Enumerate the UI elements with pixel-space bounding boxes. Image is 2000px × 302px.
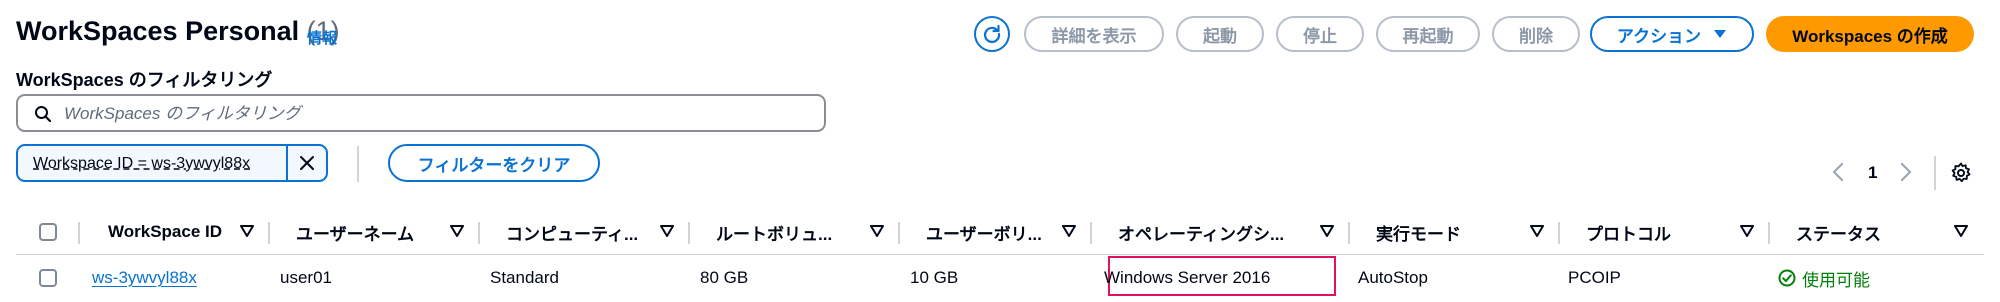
filter-search[interactable] [16,94,826,132]
username-cell: user01 [280,268,332,287]
view-details-button[interactable]: 詳細を表示 [1024,16,1164,52]
column-label: ユーザーボリ... [926,224,1042,244]
root-volume-cell: 80 GB [700,268,749,287]
filter-token[interactable]: Workspace ID = ws-3ywvyl88x [16,144,328,182]
sort-caret-icon [1320,225,1334,237]
info-link[interactable]: 情報 [307,27,337,48]
pager-divider [1934,156,1936,190]
filter-token-label: Workspace ID = ws-3ywvyl88x [33,155,251,172]
chevron-left-icon [1832,162,1844,182]
table-settings-button[interactable] [1950,162,1972,189]
select-all-checkbox[interactable] [39,223,57,241]
actions-label: アクション [1616,26,1702,46]
running-mode-cell: AutoStop [1358,268,1428,287]
header-select-all[interactable] [16,210,80,254]
column-label: ステータス [1796,224,1881,244]
page-title-text: WorkSpaces Personal [16,16,300,46]
remove-token-button[interactable] [286,146,326,180]
reboot-button[interactable]: 再起動 [1376,16,1480,52]
column-header-running-mode[interactable]: 実行モード [1350,210,1560,254]
sort-caret-icon [1954,225,1968,237]
column-label: コンピューティ... [506,224,639,244]
column-header-user-volume[interactable]: ユーザーボリ... [900,210,1092,254]
column-header-workspace-id[interactable]: WorkSpace ID [80,210,270,254]
table-row[interactable]: ws-3ywvyl88x user01 Standard 80 GB 10 GB… [16,254,1984,302]
search-icon [35,106,52,123]
column-label: WorkSpace ID [108,222,223,241]
sort-caret-icon [870,225,884,237]
search-input[interactable] [62,100,806,128]
workspace-id-cell[interactable]: ws-3ywvyl88x [92,254,197,302]
workspace-id-link[interactable]: ws-3ywvyl88x [92,268,197,288]
prev-page-button[interactable] [1832,162,1844,187]
check-circle-icon [1778,269,1796,287]
column-header-status[interactable]: ステータス [1770,210,1984,254]
status-cell: 使用可能 [1778,254,1870,302]
close-icon [300,156,314,170]
sort-caret-icon [1740,225,1754,237]
row-checkbox[interactable] [39,269,57,287]
compute-cell: Standard [490,268,559,287]
status-text: 使用可能 [1802,270,1870,290]
column-label: ユーザーネーム [296,224,415,244]
column-header-operating-system[interactable]: オペレーティングシ... [1092,210,1350,254]
column-header-protocol[interactable]: プロトコル [1560,210,1770,254]
page-title: WorkSpaces Personal (1) [16,16,340,47]
chevron-right-icon [1900,162,1912,182]
column-label: ルートボリュ... [716,224,833,244]
delete-button[interactable]: 削除 [1492,16,1580,52]
sort-caret-icon [1062,225,1076,237]
refresh-icon [983,24,1001,43]
next-page-button[interactable] [1900,162,1912,187]
user-volume-cell: 10 GB [910,268,959,287]
sort-caret-icon [240,225,254,237]
sort-caret-icon [1530,225,1544,237]
gear-icon [1951,162,1971,183]
current-page[interactable]: 1 [1868,163,1877,183]
caret-down-icon [1714,30,1727,38]
row-select-cell[interactable] [16,254,80,302]
clear-filter-button[interactable]: フィルターをクリア [388,144,600,182]
column-header-root-volume[interactable]: ルートボリュ... [690,210,900,254]
refresh-button[interactable] [974,16,1010,52]
sort-caret-icon [660,225,674,237]
column-label: 実行モード [1376,224,1461,244]
table-header: WorkSpace ID ユーザーネーム コンピューティ... ルートボリュ..… [16,210,1984,255]
actions-dropdown[interactable]: アクション [1590,16,1754,52]
operating-system-cell: Windows Server 2016 [1104,268,1271,287]
column-header-compute[interactable]: コンピューティ... [480,210,690,254]
column-label: オペレーティングシ... [1118,224,1285,244]
stop-button[interactable]: 停止 [1276,16,1364,52]
column-header-username[interactable]: ユーザーネーム [270,210,480,254]
create-workspaces-button[interactable]: Workspaces の作成 [1766,16,1974,52]
filter-label: WorkSpaces のフィルタリング [16,70,273,90]
column-label: プロトコル [1586,224,1671,244]
sort-caret-icon [450,225,464,237]
protocol-cell: PCOIP [1568,268,1621,287]
filter-divider [357,146,359,182]
start-button[interactable]: 起動 [1176,16,1264,52]
